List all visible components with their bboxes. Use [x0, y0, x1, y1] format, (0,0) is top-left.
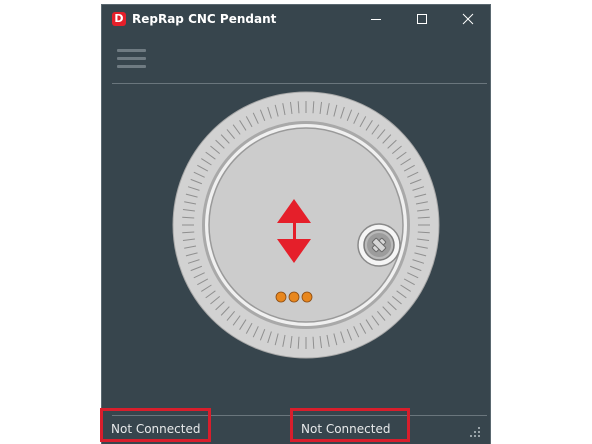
close-icon [462, 13, 474, 25]
status-left-highlight [100, 408, 211, 442]
maximize-icon [417, 14, 427, 24]
indicator-dot [301, 291, 313, 303]
minimize-icon [371, 19, 381, 20]
resize-grip-icon[interactable] [468, 425, 482, 439]
title-bar[interactable]: D RepRap CNC Pendant [102, 5, 490, 33]
top-divider [112, 83, 487, 84]
jog-wheel[interactable] [172, 91, 440, 359]
indicator-dot [288, 291, 300, 303]
indicator-dots [275, 291, 313, 303]
minimize-button[interactable] [353, 5, 399, 33]
app-window: D RepRap CNC Pendant Not Connected Not C… [101, 4, 491, 444]
close-button[interactable] [445, 5, 491, 33]
indicator-dot [275, 291, 287, 303]
hamburger-menu-icon[interactable] [117, 47, 147, 71]
status-right-highlight [290, 408, 410, 442]
maximize-button[interactable] [399, 5, 445, 33]
window-title: RepRap CNC Pendant [132, 12, 277, 26]
crank-handle-icon[interactable] [357, 223, 401, 267]
app-logo-icon: D [112, 12, 126, 26]
